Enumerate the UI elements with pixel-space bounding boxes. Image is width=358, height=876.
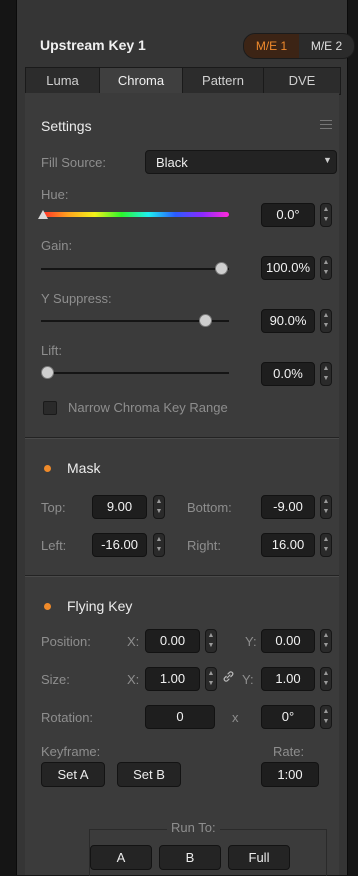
hue-stepper[interactable]: ▲ ▼ xyxy=(320,203,332,227)
rotation-input[interactable]: 0 xyxy=(145,705,215,729)
rotation-degrees-input[interactable]: 0° xyxy=(261,705,315,729)
fill-source-value: Black xyxy=(156,155,188,170)
run-to-b-button[interactable]: B xyxy=(159,845,221,870)
position-label: Position: xyxy=(41,634,91,649)
narrow-range-checkbox[interactable] xyxy=(43,401,57,415)
tab-pattern[interactable]: Pattern xyxy=(183,68,264,94)
lift-stepper[interactable]: ▲ ▼ xyxy=(320,362,332,386)
mask-right-input[interactable]: 16.00 xyxy=(261,533,315,557)
position-y-stepper[interactable]: ▲ ▼ xyxy=(320,629,332,653)
gain-input[interactable]: 100.0% xyxy=(261,256,315,280)
menu-icon[interactable] xyxy=(320,120,332,129)
hue-input[interactable]: 0.0° xyxy=(261,203,315,227)
mask-left-stepper[interactable]: ▲ ▼ xyxy=(153,533,165,557)
run-to-full-button[interactable]: Full xyxy=(228,845,290,870)
set-b-button[interactable]: Set B xyxy=(117,762,181,787)
key-type-tabs: Luma Chroma Pattern DVE xyxy=(25,67,341,95)
fill-source-dropdown[interactable]: Black ▼ xyxy=(145,150,337,174)
hue-slider-track[interactable] xyxy=(41,212,229,217)
tab-luma[interactable]: Luma xyxy=(26,68,100,94)
gain-stepper[interactable]: ▲ ▼ xyxy=(320,256,332,280)
rate-label: Rate: xyxy=(273,744,305,759)
position-x-label: X: xyxy=(127,634,140,649)
mask-bottom-input[interactable]: -9.00 xyxy=(261,495,315,519)
gain-slider-knob[interactable] xyxy=(215,262,228,275)
mask-left-input[interactable]: -16.00 xyxy=(92,533,147,557)
position-y-input[interactable]: 0.00 xyxy=(261,629,315,653)
hue-label: Hue: xyxy=(41,187,69,202)
lift-slider-track[interactable] xyxy=(41,372,229,374)
flying-key-enabled-indicator[interactable] xyxy=(44,603,51,610)
mask-right-label: Right: xyxy=(187,538,221,553)
y-suppress-label: Y Suppress: xyxy=(41,291,112,306)
size-label: Size: xyxy=(41,672,70,687)
rate-input[interactable]: 1:00 xyxy=(261,762,319,787)
mask-heading: Mask xyxy=(67,460,101,476)
size-y-stepper[interactable]: ▲ ▼ xyxy=(320,667,332,691)
link-icon[interactable] xyxy=(222,670,235,686)
size-x-label: X: xyxy=(127,672,140,687)
flying-key-heading: Flying Key xyxy=(67,598,133,614)
lift-slider-knob[interactable] xyxy=(41,366,54,379)
divider xyxy=(25,438,339,439)
gain-slider-track[interactable] xyxy=(41,268,229,270)
size-x-input[interactable]: 1.00 xyxy=(145,667,200,691)
tab-chroma[interactable]: Chroma xyxy=(100,68,183,94)
rotation-label: Rotation: xyxy=(41,710,94,725)
me-selector: M/E 1 M/E 2 xyxy=(243,33,355,59)
gain-label: Gain: xyxy=(41,238,73,253)
size-y-label: Y: xyxy=(242,672,254,687)
tab-dve[interactable]: DVE xyxy=(264,68,340,94)
position-x-input[interactable]: 0.00 xyxy=(145,629,200,653)
lift-label: Lift: xyxy=(41,343,62,358)
keyframe-label: Keyframe: xyxy=(41,744,101,759)
position-x-stepper[interactable]: ▲ ▼ xyxy=(205,629,217,653)
mask-left-label: Left: xyxy=(41,538,67,553)
upstream-key-panel: Upstream Key 1 M/E 1 M/E 2 Luma Chroma P… xyxy=(16,0,355,876)
lift-input[interactable]: 0.0% xyxy=(261,362,315,386)
hue-slider-handle[interactable] xyxy=(38,210,48,219)
run-to-a-button[interactable]: A xyxy=(90,845,152,870)
y-suppress-slider-knob[interactable] xyxy=(199,314,212,327)
mask-bottom-stepper[interactable]: ▲ ▼ xyxy=(320,495,332,519)
panel-title: Upstream Key 1 xyxy=(40,37,146,53)
mask-top-label: Top: xyxy=(41,500,66,515)
mask-right-stepper[interactable]: ▲ ▼ xyxy=(320,533,332,557)
y-suppress-stepper[interactable]: ▲ ▼ xyxy=(320,309,332,333)
chevron-down-icon: ▼ xyxy=(323,155,332,165)
set-a-button[interactable]: Set A xyxy=(41,762,105,787)
size-y-input[interactable]: 1.00 xyxy=(261,667,315,691)
y-suppress-input[interactable]: 90.0% xyxy=(261,309,315,333)
mask-top-input[interactable]: 9.00 xyxy=(92,495,147,519)
rotation-stepper[interactable]: ▲ ▼ xyxy=(320,705,332,729)
narrow-range-label: Narrow Chroma Key Range xyxy=(68,400,228,415)
mask-bottom-label: Bottom: xyxy=(187,500,232,515)
fill-source-label: Fill Source: xyxy=(41,155,107,170)
size-x-stepper[interactable]: ▲ ▼ xyxy=(205,667,217,691)
position-y-label: Y: xyxy=(245,634,257,649)
rotation-separator: x xyxy=(232,710,239,725)
me1-button[interactable]: M/E 1 xyxy=(244,34,299,58)
run-to-label: Run To: xyxy=(167,820,220,835)
settings-heading: Settings xyxy=(41,118,92,134)
me2-button[interactable]: M/E 2 xyxy=(299,34,354,58)
mask-enabled-indicator[interactable] xyxy=(44,465,51,472)
divider xyxy=(25,576,339,577)
mask-top-stepper[interactable]: ▲ ▼ xyxy=(153,495,165,519)
